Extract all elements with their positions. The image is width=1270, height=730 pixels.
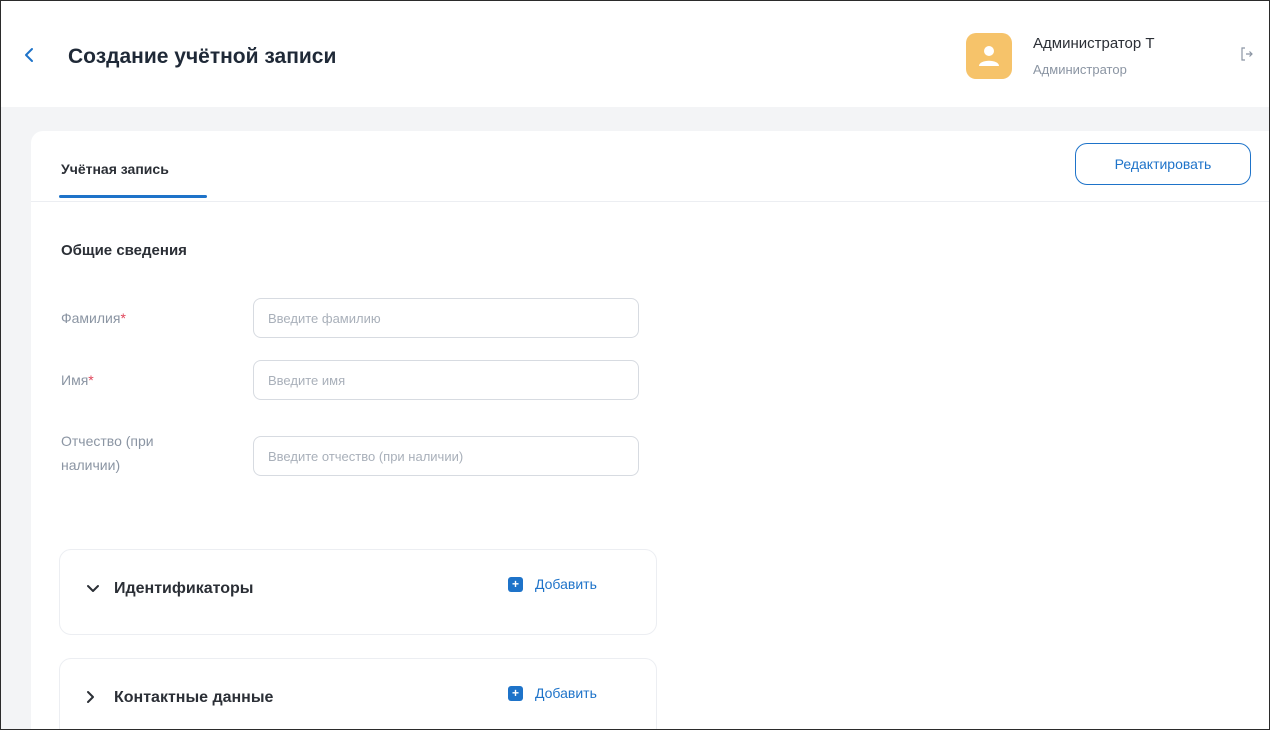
required-marker: *: [88, 372, 94, 388]
account-card: Учётная запись Редактировать Общие сведе…: [31, 131, 1269, 729]
chevron-down-icon: [86, 581, 106, 597]
add-identifier-button[interactable]: + Добавить: [508, 576, 597, 592]
panel-toggle-contacts[interactable]: Контактные данные: [86, 689, 273, 707]
field-label-first-name: Имя*: [61, 372, 94, 388]
field-label-last-name: Фамилия*: [61, 310, 126, 326]
page-title: Создание учётной записи: [68, 45, 337, 68]
back-button[interactable]: [23, 45, 43, 69]
edit-button[interactable]: Редактировать: [1075, 143, 1251, 185]
active-tab-indicator: [59, 195, 207, 198]
field-label-middle-name: Отчество (при наличии): [61, 433, 154, 473]
add-contact-button[interactable]: + Добавить: [508, 685, 597, 701]
chevron-left-icon: [25, 48, 33, 62]
tab-account[interactable]: Учётная запись: [61, 161, 169, 177]
user-name: Администратор Т: [1033, 35, 1155, 52]
panel-title: Контактные данные: [114, 689, 274, 706]
logout-icon[interactable]: [1241, 47, 1253, 64]
panel-identifiers: Идентификаторы + Добавить: [59, 549, 657, 635]
panel-toggle-identifiers[interactable]: Идентификаторы: [86, 580, 253, 598]
plus-icon: +: [508, 576, 523, 592]
user-role: Администратор: [1033, 62, 1127, 77]
tabs-bar: Учётная запись Редактировать: [31, 131, 1269, 202]
middle-name-input[interactable]: [253, 436, 639, 476]
add-label: Добавить: [535, 576, 597, 592]
page-header: Создание учётной записи Администратор Т …: [1, 1, 1269, 107]
plus-icon: +: [508, 685, 523, 701]
panel-title: Идентификаторы: [114, 580, 254, 597]
avatar[interactable]: [966, 33, 1012, 79]
app-window: Создание учётной записи Администратор Т …: [0, 0, 1270, 730]
last-name-input[interactable]: [253, 298, 639, 338]
panel-contacts: Контактные данные + Добавить: [59, 658, 657, 729]
required-marker: *: [120, 310, 126, 326]
chevron-right-icon: [86, 690, 106, 707]
section-title-general: Общие сведения: [61, 242, 187, 259]
add-label: Добавить: [535, 685, 597, 701]
user-icon: [979, 46, 999, 66]
first-name-input[interactable]: [253, 360, 639, 400]
